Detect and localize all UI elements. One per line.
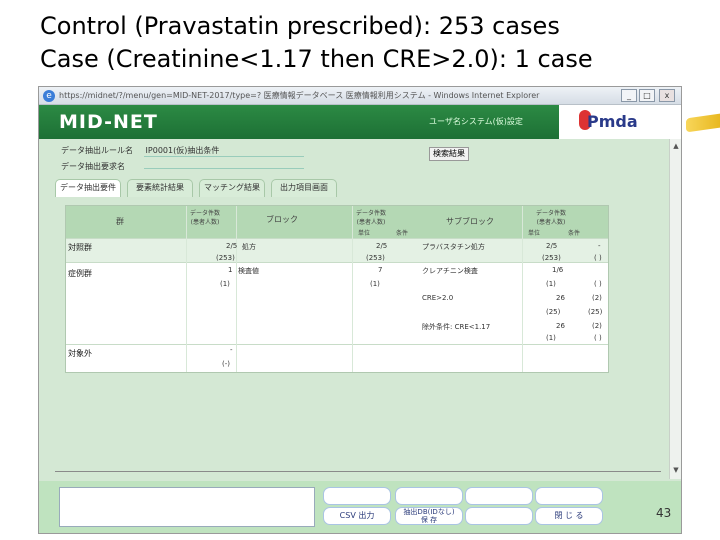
col-header-count-2: データ件数 (患者人数) bbox=[356, 210, 387, 226]
footer-blank-button[interactable] bbox=[323, 487, 391, 505]
cell-count-3: (1) bbox=[546, 280, 556, 288]
cell-count: (1) bbox=[220, 280, 230, 288]
cell-count-3: 1/6 bbox=[552, 266, 564, 274]
slide-title: Control (Pravastatin prescribed): 253 ca… bbox=[40, 10, 593, 76]
result-grid: 群 データ件数 (患者人数) ブロック データ件数 (患者人数) サブブロック … bbox=[65, 205, 609, 373]
cell-count-2: (1) bbox=[370, 280, 380, 288]
subheader-cond: 条件 bbox=[396, 230, 409, 237]
cell-cond: ( ) bbox=[594, 254, 602, 262]
brand-title: MID-NET bbox=[59, 111, 158, 133]
page-number: 43 bbox=[656, 506, 672, 520]
window-titlebar: e https://midnet/?/menu/gen=MID-NET-2017… bbox=[39, 87, 681, 105]
app-header: MID-NET ユーザ名システム(仮)設定 Pmda bbox=[39, 105, 681, 139]
scroll-up-icon[interactable]: ▲ bbox=[671, 141, 681, 151]
cell-count-2: 2/5 bbox=[376, 242, 388, 250]
cell-cond: (2) bbox=[592, 322, 602, 330]
tab-extract-conditions[interactable]: データ抽出要件 bbox=[55, 179, 121, 197]
cell-count-2: 7 bbox=[378, 266, 383, 274]
cell-subblock: 除外条件: CRE<1.17 bbox=[422, 323, 491, 331]
browser-window: e https://midnet/?/menu/gen=MID-NET-2017… bbox=[38, 86, 682, 534]
grid-band-control bbox=[66, 238, 608, 262]
cell-count-3: (253) bbox=[542, 254, 561, 262]
subheader-unit: 単位 bbox=[358, 230, 371, 237]
cell-count: - bbox=[230, 346, 233, 354]
grid-col-line bbox=[186, 206, 187, 372]
cell-count-3: (1) bbox=[546, 334, 556, 342]
extract-rule-label: データ抽出ルール名 bbox=[61, 146, 133, 155]
cell-subblock: クレアチニン検査 bbox=[422, 267, 478, 275]
cell-block: 検査値 bbox=[238, 267, 259, 275]
cell-cond: - bbox=[598, 242, 601, 250]
scroll-down-icon[interactable]: ▼ bbox=[671, 465, 681, 475]
close-window-button[interactable]: x bbox=[659, 89, 675, 102]
group-label-excluded: 対象外 bbox=[68, 349, 92, 358]
footer-panel: CSV 出力 抽出DB(IDなし) 保 存 閉 じ る bbox=[39, 481, 681, 533]
cell-block: 処方 bbox=[242, 243, 256, 251]
cell-count-3: 26 bbox=[556, 294, 565, 302]
col-header-count: データ件数 (患者人数) bbox=[190, 210, 221, 226]
footer-blank-button[interactable] bbox=[535, 487, 603, 505]
section-divider bbox=[55, 471, 661, 472]
extract-name-row: データ抽出要求名 bbox=[61, 161, 304, 177]
col-header-subblock: サブブロック bbox=[446, 217, 494, 226]
grid-line bbox=[66, 344, 608, 345]
extract-name-field[interactable] bbox=[143, 168, 304, 169]
vertical-scrollbar[interactable]: ▲ ▼ bbox=[669, 139, 681, 479]
browser-icon: e bbox=[43, 90, 55, 102]
cell-count-3: (25) bbox=[546, 308, 561, 316]
grid-col-line bbox=[236, 206, 237, 372]
footer-blank-button[interactable] bbox=[465, 507, 533, 525]
cell-count-2: (253) bbox=[366, 254, 385, 262]
grid-header bbox=[66, 206, 608, 238]
extract-rule-row: データ抽出ルール名 IP0001(仮)抽出条件 bbox=[61, 145, 304, 161]
group-label-control: 対照群 bbox=[68, 243, 92, 252]
grid-line bbox=[66, 238, 608, 239]
tab-output-items[interactable]: 出力項目画面 bbox=[271, 179, 337, 197]
cell-subblock: プラバスタチン処方 bbox=[422, 243, 485, 251]
subheader-cond-2: 条件 bbox=[568, 230, 581, 237]
col-header-group: 群 bbox=[116, 217, 124, 226]
window-title: https://midnet/?/menu/gen=MID-NET-2017/t… bbox=[59, 91, 540, 100]
footer-blank-button[interactable] bbox=[395, 487, 463, 505]
tab-element-stats[interactable]: 要素統計結果 bbox=[127, 179, 193, 197]
db-save-button[interactable]: 抽出DB(IDなし) 保 存 bbox=[395, 507, 463, 525]
cell-cond: ( ) bbox=[594, 334, 602, 342]
cell-cond: ( ) bbox=[594, 280, 602, 288]
cell-count: (253) bbox=[216, 254, 235, 262]
footer-blank-button[interactable] bbox=[465, 487, 533, 505]
slide-title-line-2: Case (Creatinine<1.17 then CRE>2.0): 1 c… bbox=[40, 45, 593, 73]
search-result-button[interactable]: 検索結果 bbox=[429, 147, 469, 161]
pmda-logo: Pmda bbox=[587, 112, 638, 131]
grid-line bbox=[66, 262, 608, 263]
cell-count: 1 bbox=[228, 266, 233, 274]
extract-name-label: データ抽出要求名 bbox=[61, 162, 125, 171]
grid-col-line bbox=[352, 206, 353, 372]
col-header-count-3: データ件数 (患者人数) bbox=[536, 210, 567, 226]
slide-title-line-1: Control (Pravastatin prescribed): 253 ca… bbox=[40, 12, 560, 40]
extract-rule-field[interactable]: IP0001(仮)抽出条件 bbox=[143, 145, 304, 157]
maximize-button[interactable]: □ bbox=[639, 89, 655, 102]
close-button[interactable]: 閉 じ る bbox=[535, 507, 603, 525]
cell-cond: (2) bbox=[592, 294, 602, 302]
cell-count: (-) bbox=[222, 360, 230, 368]
group-label-case: 症例群 bbox=[68, 269, 92, 278]
cell-cond: (25) bbox=[588, 308, 603, 316]
highlight-arrow bbox=[686, 113, 720, 133]
cell-count-3: 26 bbox=[556, 322, 565, 330]
cell-count: 2/5 bbox=[226, 242, 238, 250]
tab-matching-results[interactable]: マッチング結果 bbox=[199, 179, 265, 197]
col-header-block: ブロック bbox=[266, 215, 298, 224]
csv-export-button[interactable]: CSV 出力 bbox=[323, 507, 391, 525]
grid-col-line bbox=[522, 206, 523, 372]
cell-subblock: CRE>2.0 bbox=[422, 294, 454, 302]
system-name: ユーザ名システム(仮)設定 bbox=[429, 117, 523, 126]
minimize-button[interactable]: _ bbox=[621, 89, 637, 102]
memo-textarea[interactable] bbox=[59, 487, 315, 527]
cell-count-3: 2/5 bbox=[546, 242, 558, 250]
subheader-unit-2: 単位 bbox=[528, 230, 541, 237]
